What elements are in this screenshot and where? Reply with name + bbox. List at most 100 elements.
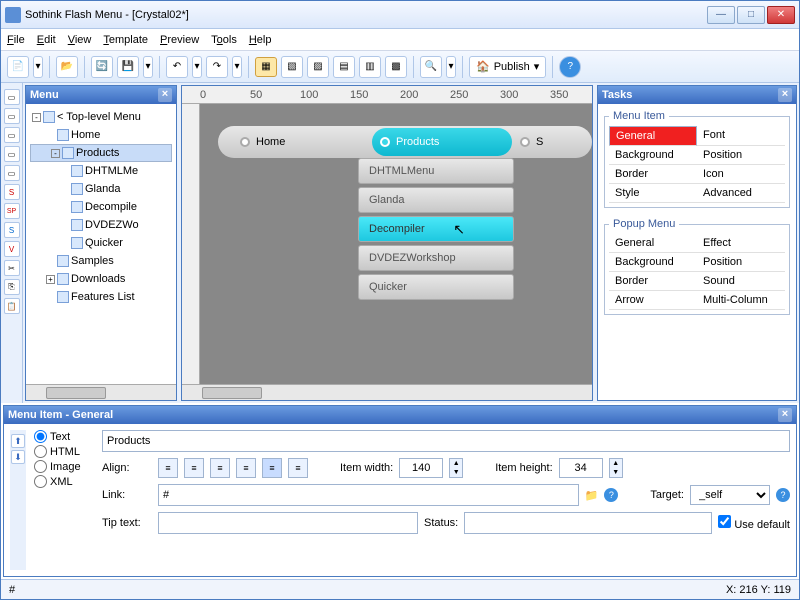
item-width-input[interactable]	[399, 458, 443, 478]
menu-preview[interactable]: Preview	[160, 34, 199, 46]
stage[interactable]: HomeProductsS DHTMLMenuGlandaDecompilerD…	[200, 104, 592, 384]
strip-btn-copy[interactable]: ⎘	[4, 279, 20, 295]
align-mid-icon[interactable]: ≡	[262, 458, 282, 478]
tree-item[interactable]: Quicker	[30, 234, 172, 252]
text-input[interactable]	[102, 430, 790, 452]
preview-sub-item[interactable]: DVDEZWorkshop	[358, 245, 514, 271]
link-input[interactable]	[158, 484, 579, 506]
publish-button[interactable]: 🏠Publish▾	[469, 56, 546, 78]
item-height-input[interactable]	[559, 458, 603, 478]
redo-dropdown[interactable]: ▾	[232, 56, 242, 78]
tree-item[interactable]: Glanda	[30, 180, 172, 198]
minimize-button[interactable]: —	[707, 6, 735, 24]
strip-btn-cut[interactable]: ✂	[4, 260, 20, 276]
strip-btn-sp[interactable]: SP	[4, 203, 20, 219]
status-input[interactable]	[464, 512, 712, 534]
tree-item[interactable]: +Downloads	[30, 270, 172, 288]
preview-icon[interactable]: 🔍	[420, 56, 442, 78]
tool-icon-4[interactable]: ▥	[359, 56, 381, 78]
task-link[interactable]: Position	[697, 253, 785, 272]
menu-tree[interactable]: -< Top-level MenuHome-ProductsDHTMLMeGla…	[26, 104, 176, 384]
undo-dropdown[interactable]: ▾	[192, 56, 202, 78]
preview-menubar[interactable]: HomeProductsS	[218, 126, 592, 158]
align-bot-icon[interactable]: ≡	[288, 458, 308, 478]
preview-sub-item[interactable]: Quicker	[358, 274, 514, 300]
task-link[interactable]: Border	[609, 165, 697, 184]
preview-dropdown[interactable]: ▾	[446, 56, 456, 78]
menu-file[interactable]: File	[7, 34, 25, 46]
preview-sub-item[interactable]: Decompiler	[358, 216, 514, 242]
strip-btn-s2[interactable]: S	[4, 222, 20, 238]
maximize-button[interactable]: □	[737, 6, 765, 24]
task-link[interactable]: Style	[609, 184, 697, 203]
strip-btn-4[interactable]: ▭	[4, 146, 20, 162]
tree-scrollbar[interactable]	[26, 384, 176, 400]
link-help-icon[interactable]: ?	[604, 488, 618, 502]
task-link[interactable]: Sound	[697, 272, 785, 291]
strip-btn-v[interactable]: V	[4, 241, 20, 257]
target-help-icon[interactable]: ?	[776, 488, 790, 502]
radio-xml[interactable]: XML	[34, 475, 94, 488]
item-height-spinner[interactable]: ▲▼	[609, 458, 623, 478]
open-icon[interactable]: 📂	[56, 56, 78, 78]
props-down-icon[interactable]: ⬇	[11, 450, 25, 464]
task-link[interactable]: Multi-Column	[697, 291, 785, 310]
layout-icon[interactable]: ▦	[255, 57, 277, 77]
align-right-icon[interactable]: ≡	[210, 458, 230, 478]
strip-btn-5[interactable]: ▭	[4, 165, 20, 181]
menu-panel-close-icon[interactable]: ×	[158, 88, 172, 102]
task-link[interactable]: Arrow	[609, 291, 697, 310]
task-link[interactable]: Icon	[697, 165, 785, 184]
task-link[interactable]: General	[609, 126, 697, 146]
align-left-icon[interactable]: ≡	[158, 458, 178, 478]
strip-btn-paste[interactable]: 📋	[4, 298, 20, 314]
tree-item[interactable]: Features List	[30, 288, 172, 306]
preview-submenu[interactable]: DHTMLMenuGlandaDecompilerDVDEZWorkshopQu…	[358, 158, 514, 300]
tool-icon-3[interactable]: ▤	[333, 56, 355, 78]
strip-btn-s[interactable]: S	[4, 184, 20, 200]
radio-text[interactable]: Text	[34, 430, 94, 443]
task-link[interactable]: Position	[697, 146, 785, 165]
radio-image[interactable]: Image	[34, 460, 94, 473]
save-icon[interactable]: 💾	[117, 56, 139, 78]
tree-item[interactable]: -< Top-level Menu	[30, 108, 172, 126]
task-link[interactable]: Background	[609, 146, 697, 165]
task-link[interactable]: Background	[609, 253, 697, 272]
new-dropdown[interactable]: ▾	[33, 56, 43, 78]
tree-item[interactable]: DVDEZWo	[30, 216, 172, 234]
target-select[interactable]: _self	[690, 485, 770, 505]
undo-icon[interactable]: ↶	[166, 56, 188, 78]
tip-input[interactable]	[158, 512, 418, 534]
canvas-scrollbar[interactable]	[182, 384, 592, 400]
preview-top-item[interactable]: Home	[232, 128, 372, 156]
align-center-icon[interactable]: ≡	[184, 458, 204, 478]
preview-top-item[interactable]: S	[512, 128, 592, 156]
props-up-icon[interactable]: ⬆	[11, 434, 25, 448]
menu-template[interactable]: Template	[103, 34, 148, 46]
tool-icon-2[interactable]: ▨	[307, 56, 329, 78]
task-link[interactable]: Font	[697, 126, 785, 146]
tree-item[interactable]: Samples	[30, 252, 172, 270]
item-width-spinner[interactable]: ▲▼	[449, 458, 463, 478]
tree-item[interactable]: -Products	[30, 144, 172, 162]
tree-item[interactable]: Decompile	[30, 198, 172, 216]
strip-btn-3[interactable]: ▭	[4, 127, 20, 143]
tree-item[interactable]: Home	[30, 126, 172, 144]
tasks-panel-close-icon[interactable]: ×	[778, 88, 792, 102]
preview-sub-item[interactable]: DHTMLMenu	[358, 158, 514, 184]
task-link[interactable]: Effect	[697, 234, 785, 253]
menu-edit[interactable]: Edit	[37, 34, 56, 46]
use-default-checkbox[interactable]: Use default	[718, 515, 790, 531]
help-icon[interactable]: ?	[559, 56, 581, 78]
preview-top-item[interactable]: Products	[372, 128, 512, 156]
menu-view[interactable]: View	[68, 34, 92, 46]
align-top-icon[interactable]: ≡	[236, 458, 256, 478]
refresh-icon[interactable]: 🔄	[91, 56, 113, 78]
tool-icon-5[interactable]: ▩	[385, 56, 407, 78]
tree-item[interactable]: DHTMLMe	[30, 162, 172, 180]
strip-btn-2[interactable]: ▭	[4, 108, 20, 124]
close-button[interactable]: ✕	[767, 6, 795, 24]
redo-icon[interactable]: ↷	[206, 56, 228, 78]
tool-icon-1[interactable]: ▧	[281, 56, 303, 78]
strip-btn-1[interactable]: ▭	[4, 89, 20, 105]
